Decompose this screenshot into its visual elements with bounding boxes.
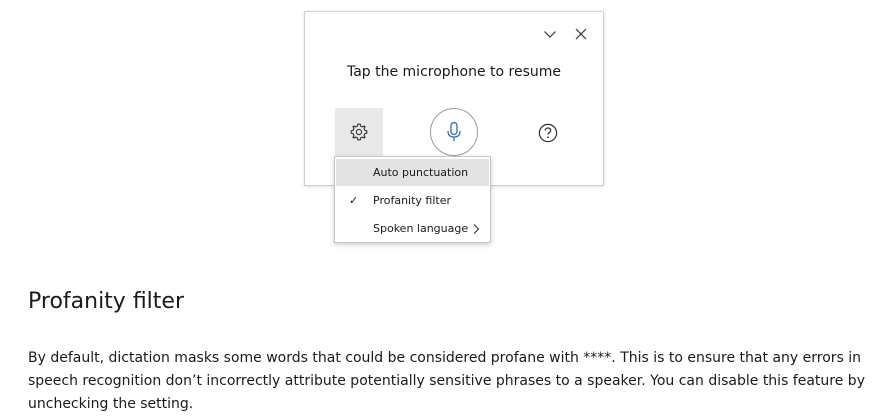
- settings-button[interactable]: [335, 108, 383, 156]
- section-paragraph: By default, dictation masks some words t…: [28, 350, 865, 412]
- settings-menu: Auto punctuation ✓ Profanity filter Spok…: [334, 156, 491, 243]
- menu-item-label: Profanity filter: [373, 194, 451, 207]
- menu-item-profanity-filter[interactable]: ✓ Profanity filter: [336, 187, 489, 214]
- collapse-button[interactable]: [540, 24, 560, 44]
- help-button[interactable]: [537, 122, 559, 144]
- gear-icon: [350, 123, 368, 141]
- section-heading: Profanity filter: [28, 289, 184, 314]
- checkmark-icon: ✓: [349, 194, 359, 207]
- panel-title: Tap the microphone to resume: [346, 64, 562, 80]
- microphone-icon: [447, 121, 461, 141]
- close-button[interactable]: [571, 24, 591, 44]
- close-icon: [575, 28, 587, 40]
- menu-item-label: Spoken language: [373, 222, 469, 235]
- menu-item-auto-punctuation[interactable]: Auto punctuation: [336, 159, 489, 186]
- microphone-button[interactable]: [430, 108, 478, 156]
- menu-item-label: Auto punctuation: [373, 166, 469, 179]
- help-circle-icon: [538, 123, 558, 143]
- chevron-right-icon: [473, 224, 480, 234]
- chevron-down-icon: [544, 31, 556, 38]
- menu-item-spoken-language[interactable]: Spoken language: [336, 215, 489, 242]
